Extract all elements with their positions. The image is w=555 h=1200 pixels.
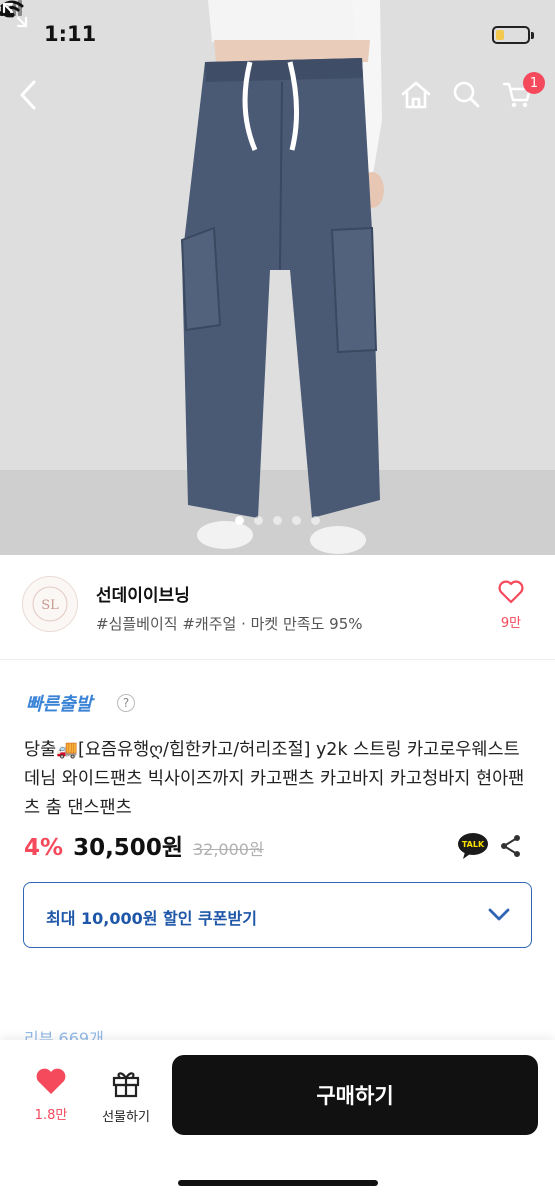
home-icon bbox=[401, 81, 431, 109]
shop-logo[interactable]: SL bbox=[22, 576, 78, 632]
gift-button[interactable]: 선물하기 bbox=[92, 1068, 160, 1125]
expand-icon[interactable] bbox=[0, 0, 30, 30]
like-count: 1.8만 bbox=[34, 1108, 68, 1123]
buy-button[interactable]: 구매하기 bbox=[172, 1055, 538, 1135]
price-row: 4% 30,500원 32,000원 bbox=[24, 828, 264, 862]
kakaotalk-icon[interactable]: TALK bbox=[457, 832, 489, 860]
shop-logo-mark: SL bbox=[32, 586, 68, 622]
home-indicator bbox=[178, 1180, 378, 1186]
home-button[interactable] bbox=[400, 80, 436, 116]
product-detail-page: 1:11 1 SL 선데이이브닝 #심플베이직 #캐주얼 · 마켓 만족도 95… bbox=[0, 0, 555, 1200]
gallery-dot[interactable] bbox=[311, 516, 320, 525]
svg-text:SL: SL bbox=[41, 598, 59, 613]
original-price: 32,000원 bbox=[192, 840, 264, 859]
chevron-left-icon bbox=[20, 80, 36, 110]
product-title: 당출🚚[요즘유행ღ/힙한카고/허리조절] y2k 스트링 카고로우웨스트 데님 … bbox=[24, 740, 525, 818]
product-image-gallery[interactable]: 1:11 1 bbox=[0, 0, 555, 555]
help-icon[interactable]: ? bbox=[117, 694, 135, 712]
gallery-dot[interactable] bbox=[292, 516, 301, 525]
shop-row[interactable]: SL 선데이이브닝 #심플베이직 #캐주얼 · 마켓 만족도 95% 9만 bbox=[0, 556, 555, 660]
cart-count-badge: 1 bbox=[523, 72, 545, 94]
fast-shipping-label: 빠른출발 bbox=[26, 694, 93, 715]
gallery-pagination bbox=[0, 516, 555, 525]
coupon-label: 최대 10,000원 할인 쿠폰받기 bbox=[46, 909, 257, 928]
heart-outline-icon bbox=[498, 580, 524, 604]
search-icon bbox=[453, 81, 480, 108]
chevron-down-icon bbox=[488, 908, 510, 921]
shop-like-button[interactable]: 9만 bbox=[493, 580, 529, 631]
gallery-dot[interactable] bbox=[273, 516, 282, 525]
bottom-action-bar: 1.8만 선물하기 구매하기 bbox=[0, 1040, 555, 1200]
status-time: 1:11 bbox=[44, 22, 97, 46]
status-bar: 1:11 bbox=[0, 0, 555, 70]
back-button[interactable] bbox=[18, 80, 54, 116]
discount-rate: 4% bbox=[24, 835, 64, 861]
heart-filled-icon bbox=[36, 1068, 66, 1094]
coupon-button[interactable]: 최대 10,000원 할인 쿠폰받기 bbox=[23, 882, 532, 948]
search-button[interactable] bbox=[452, 80, 488, 116]
sale-price: 30,500원 bbox=[73, 835, 183, 861]
gallery-dot[interactable] bbox=[235, 516, 244, 525]
share-icon[interactable] bbox=[499, 834, 523, 858]
shop-name[interactable]: 선데이이브닝 bbox=[96, 581, 190, 606]
gift-label: 선물하기 bbox=[102, 1110, 150, 1125]
like-button[interactable]: 1.8만 bbox=[28, 1068, 74, 1123]
shop-like-count: 9만 bbox=[500, 616, 522, 631]
gift-icon bbox=[112, 1072, 140, 1098]
svg-text:TALK: TALK bbox=[462, 840, 485, 849]
shop-tags: #심플베이직 #캐주얼 · 마켓 만족도 95% bbox=[96, 615, 363, 633]
gallery-dot[interactable] bbox=[254, 516, 263, 525]
battery-icon bbox=[492, 26, 534, 44]
